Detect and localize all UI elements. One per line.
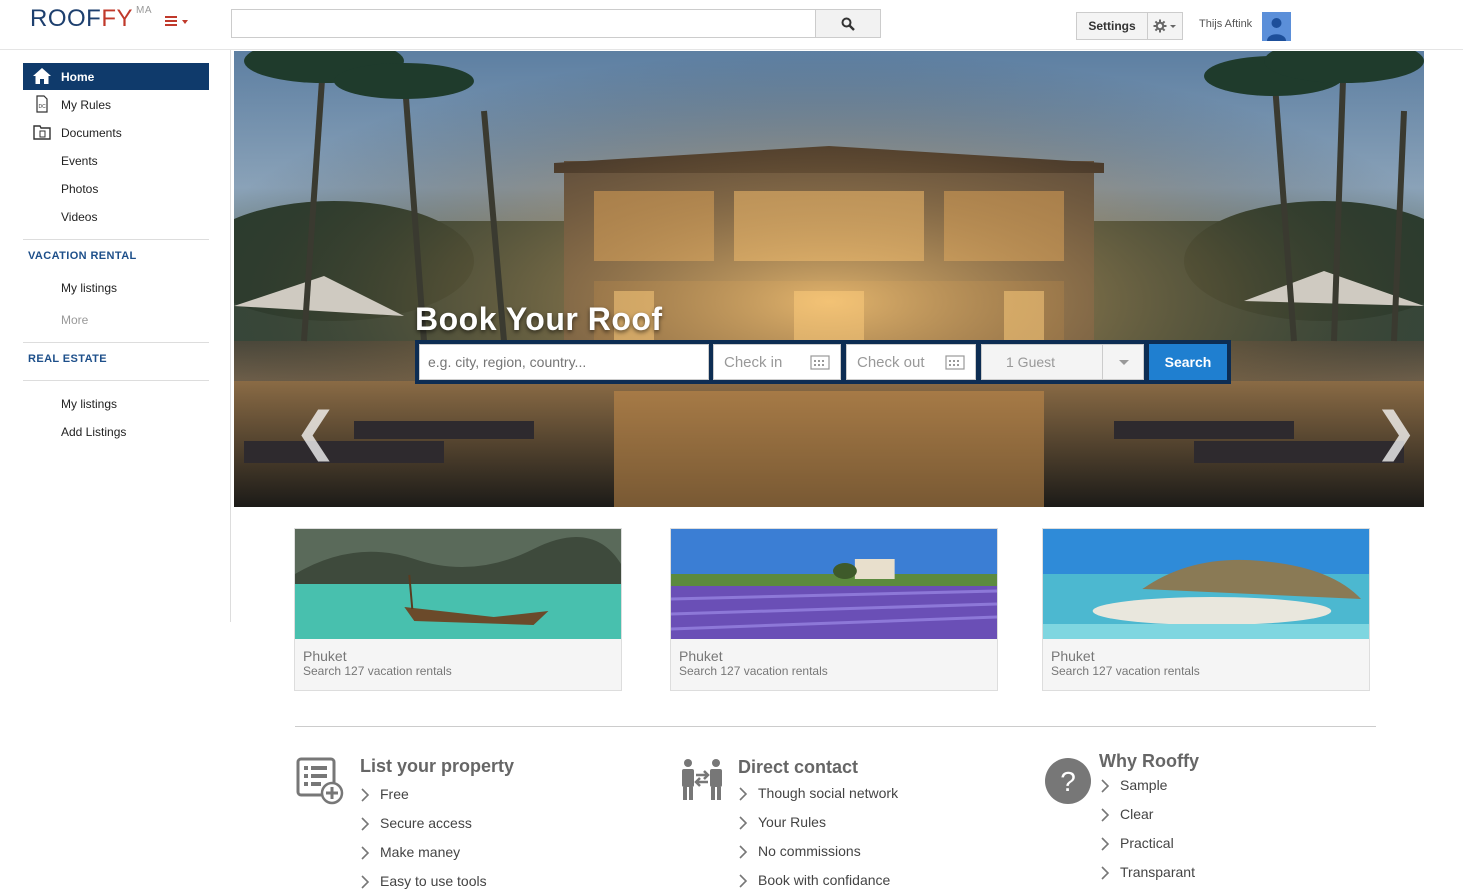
booking-search-button[interactable]: Search [1149, 344, 1227, 380]
sidebar-item-videos[interactable]: Videos [23, 203, 209, 230]
card-subtitle: Search 127 vacation rentals [679, 664, 828, 678]
feature-item[interactable]: Though social network [738, 785, 898, 801]
next-slide-arrow[interactable]: ❯ [1374, 406, 1418, 458]
chevron-right-icon [361, 788, 370, 802]
destination-card[interactable]: Phuket Search 127 vacation rentals [1042, 528, 1370, 691]
card-title: Phuket [679, 648, 723, 664]
feature-item[interactable]: Make maney [360, 844, 460, 860]
hero-banner: Book Your Roof Check in Check out 1 Gues… [234, 51, 1424, 507]
people-exchange-icon [682, 759, 722, 800]
gear-icon [1153, 19, 1176, 33]
avatar[interactable] [1262, 12, 1291, 41]
search-icon [841, 17, 855, 31]
feature-title-why-rooffy: Why Rooffy [1099, 751, 1199, 771]
chevron-right-icon [1101, 779, 1110, 793]
sidebar-item-documents[interactable]: Documents [23, 119, 209, 146]
card-subtitle: Search 127 vacation rentals [303, 664, 452, 678]
chevron-right-icon [361, 817, 370, 831]
top-bar: ROOFFY MA Settings Thijs Aftink [0, 0, 1463, 50]
card-title: Phuket [303, 648, 347, 664]
divider [295, 726, 1376, 727]
checkout-field[interactable]: Check out [846, 344, 976, 380]
feature-title-list-property: List your property [360, 756, 515, 776]
chevron-down-icon [1119, 360, 1129, 365]
destination-input[interactable] [419, 344, 709, 380]
logo[interactable]: ROOFFY MA [30, 5, 152, 33]
feature-item[interactable]: Book with confidance [738, 872, 890, 888]
feature-item[interactable]: No commissions [738, 843, 861, 859]
gear-dropdown-button[interactable] [1147, 12, 1183, 40]
list-add-icon [296, 757, 344, 805]
document-icon: DC [36, 95, 48, 113]
prev-slide-arrow[interactable]: ❮ [294, 406, 338, 458]
feature-item[interactable]: Practical [1100, 835, 1174, 851]
chevron-right-icon [361, 846, 370, 860]
global-search [231, 9, 881, 38]
divider [23, 342, 209, 343]
divider [23, 380, 209, 381]
chevron-right-icon [361, 875, 370, 889]
menu-toggle-icon[interactable] [165, 14, 191, 30]
question-icon: ? [1045, 758, 1091, 804]
booking-bar: Check in Check out 1 Guest Search [415, 340, 1231, 384]
guests-select[interactable]: 1 Guest [981, 344, 1144, 380]
feature-item[interactable]: Transparant [1100, 864, 1195, 880]
sidebar-item-home[interactable]: Home [23, 63, 209, 90]
feature-item[interactable]: Clear [1100, 806, 1153, 822]
home-icon [33, 68, 51, 84]
destination-card[interactable]: Phuket Search 127 vacation rentals [294, 528, 622, 691]
svg-text:?: ? [1060, 766, 1076, 797]
checkin-field[interactable]: Check in [713, 344, 841, 380]
destination-photo-boat [295, 529, 621, 639]
feature-item[interactable]: Secure access [360, 815, 472, 831]
section-title-real-estate: REAL ESTATE [28, 353, 107, 365]
chevron-right-icon [739, 845, 748, 859]
sidebar-item-more[interactable]: More [23, 306, 209, 333]
chevron-right-icon [739, 787, 748, 801]
villa-photo [234, 51, 1424, 507]
logo-suffix: MA [136, 5, 152, 16]
hero-title: Book Your Roof [415, 301, 663, 337]
sidebar: Home DC My Rules Documents Events Photos… [0, 50, 231, 622]
section-title-vacation-rental: VACATION RENTAL [28, 250, 137, 262]
svg-text:DC: DC [39, 104, 47, 110]
chevron-right-icon [739, 874, 748, 888]
destination-card[interactable]: Phuket Search 127 vacation rentals [670, 528, 998, 691]
sidebar-item-add-listings[interactable]: Add Listings [23, 418, 209, 445]
card-subtitle: Search 127 vacation rentals [1051, 664, 1200, 678]
sidebar-item-photos[interactable]: Photos [23, 175, 209, 202]
chevron-right-icon [1101, 808, 1110, 822]
global-search-input[interactable] [231, 9, 816, 38]
feature-title-direct-contact: Direct contact [738, 757, 859, 777]
card-title: Phuket [1051, 648, 1095, 664]
calendar-icon [945, 355, 965, 370]
destination-photo-lavender [671, 529, 997, 639]
feature-item[interactable]: Easy to use tools [360, 873, 487, 889]
calendar-icon [810, 355, 830, 370]
chevron-right-icon [1101, 837, 1110, 851]
folder-icon [33, 125, 51, 140]
sidebar-item-events[interactable]: Events [23, 147, 209, 174]
sidebar-item-vacation-my-listings[interactable]: My listings [23, 274, 209, 301]
feature-item[interactable]: Free [360, 786, 409, 802]
chevron-right-icon [1101, 866, 1110, 880]
feature-item[interactable]: Sample [1100, 777, 1167, 793]
divider [23, 239, 209, 240]
destination-photo-island [1043, 529, 1369, 639]
sidebar-item-my-rules[interactable]: DC My Rules [23, 91, 209, 118]
global-search-button[interactable] [815, 9, 881, 38]
feature-item[interactable]: Your Rules [738, 814, 826, 830]
chevron-right-icon [739, 816, 748, 830]
user-icon [1267, 18, 1286, 41]
settings-button[interactable]: Settings [1076, 12, 1148, 40]
sidebar-item-realestate-my-listings[interactable]: My listings [23, 390, 209, 417]
user-name[interactable]: Thijs Aftink [1199, 18, 1252, 30]
